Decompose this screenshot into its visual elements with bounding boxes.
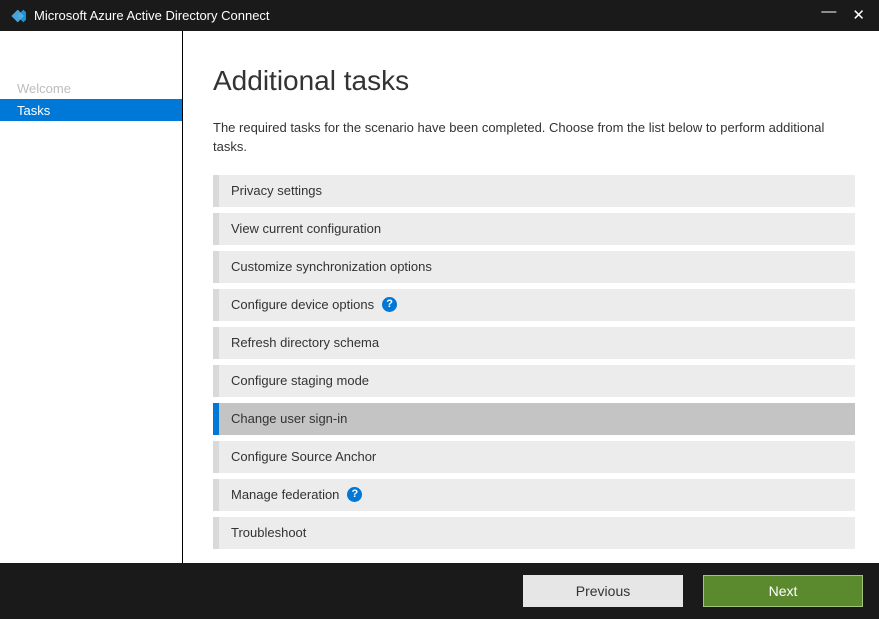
close-icon[interactable]: ✕ xyxy=(852,8,865,23)
task-item-label: Privacy settings xyxy=(231,183,322,198)
help-icon[interactable]: ? xyxy=(347,487,362,502)
task-item[interactable]: Configure staging mode xyxy=(213,365,855,397)
task-item-label: View current configuration xyxy=(231,221,381,236)
previous-button[interactable]: Previous xyxy=(523,575,683,607)
task-item[interactable]: Change user sign-in xyxy=(213,403,855,435)
footer: Previous Next xyxy=(0,563,879,619)
titlebar: Microsoft Azure Active Directory Connect… xyxy=(0,0,879,31)
sidebar: Welcome Tasks xyxy=(0,31,183,563)
task-item-label: Refresh directory schema xyxy=(231,335,379,350)
task-item-label: Configure Source Anchor xyxy=(231,449,376,464)
minimize-icon[interactable]: — xyxy=(821,4,836,19)
main-area: Welcome Tasks Additional tasks The requir… xyxy=(0,31,879,563)
task-item-label: Manage federation xyxy=(231,487,339,502)
content: Additional tasks The required tasks for … xyxy=(183,31,879,563)
sidebar-item-welcome: Welcome xyxy=(0,77,182,99)
task-item[interactable]: View current configuration xyxy=(213,213,855,245)
task-item-label: Troubleshoot xyxy=(231,525,306,540)
task-item[interactable]: Troubleshoot xyxy=(213,517,855,549)
task-list: Privacy settings View current configurati… xyxy=(213,175,855,549)
task-item[interactable]: Customize synchronization options xyxy=(213,251,855,283)
task-item[interactable]: Configure Source Anchor xyxy=(213,441,855,473)
sidebar-item-tasks[interactable]: Tasks xyxy=(0,99,182,121)
task-item[interactable]: Refresh directory schema xyxy=(213,327,855,359)
task-item[interactable]: Privacy settings xyxy=(213,175,855,207)
page-title: Additional tasks xyxy=(213,65,855,97)
help-icon[interactable]: ? xyxy=(382,297,397,312)
task-item[interactable]: Configure device options? xyxy=(213,289,855,321)
window-title: Microsoft Azure Active Directory Connect xyxy=(34,8,821,23)
azure-logo-icon xyxy=(8,7,26,25)
task-item-label: Change user sign-in xyxy=(231,411,347,426)
next-button[interactable]: Next xyxy=(703,575,863,607)
sidebar-item-label: Welcome xyxy=(17,81,71,96)
sidebar-item-label: Tasks xyxy=(17,103,50,118)
task-item[interactable]: Manage federation? xyxy=(213,479,855,511)
task-item-label: Configure device options xyxy=(231,297,374,312)
task-item-label: Configure staging mode xyxy=(231,373,369,388)
task-item-label: Customize synchronization options xyxy=(231,259,432,274)
page-description: The required tasks for the scenario have… xyxy=(213,119,855,157)
